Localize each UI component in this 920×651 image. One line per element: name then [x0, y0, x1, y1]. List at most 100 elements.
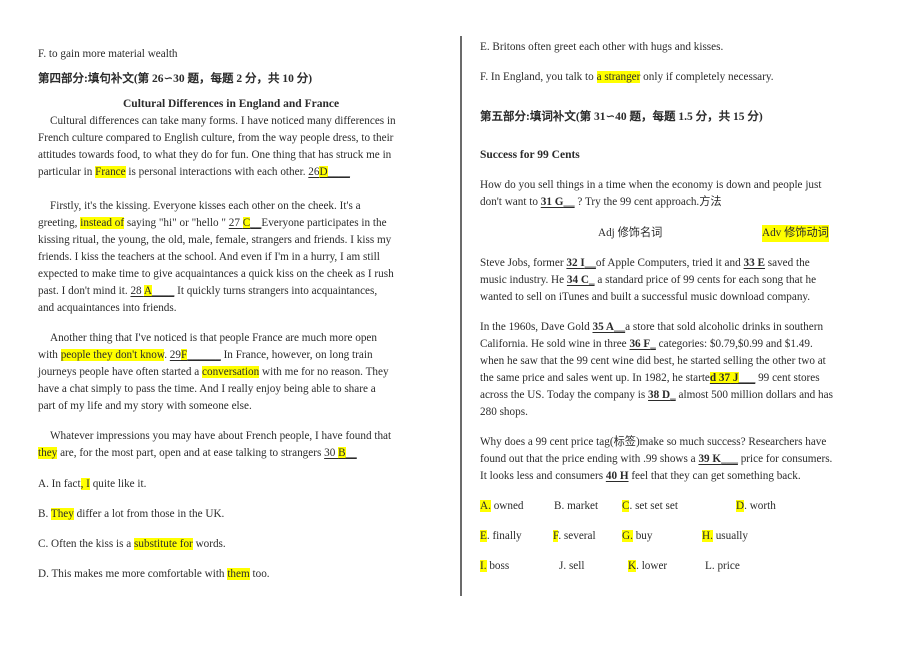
highlight: conversation — [202, 366, 260, 378]
text-span: greeting, — [38, 217, 81, 229]
note-adv: Adv 修饰动词 — [762, 225, 829, 242]
blank-32: 32 I__ — [566, 257, 596, 269]
text-span: __ — [250, 217, 262, 229]
text-span: __ — [584, 257, 596, 269]
word-option-h: H. usually — [702, 530, 748, 542]
text-span: Everyone participates in the — [261, 217, 387, 229]
highlight: G. — [622, 530, 633, 542]
text-span: kissing ritual, the young, the old, male… — [38, 234, 392, 246]
text-span: 280 shops. — [480, 406, 528, 418]
text-span: 39 K — [698, 453, 722, 465]
text-span: music industry. He — [480, 274, 567, 286]
blank-31: 31 G__ — [541, 196, 575, 208]
text-span: 34 C — [566, 274, 589, 286]
highlight: D — [736, 500, 745, 512]
blank-35: 35 A__ — [592, 321, 625, 333]
blank-28: 28 A____ — [130, 285, 174, 297]
word-option-b: B. market — [554, 500, 598, 512]
highlight: them — [227, 568, 250, 580]
text-span: 31 G — [540, 196, 564, 208]
blank-36: 36 F_ — [629, 338, 655, 350]
text-span: Another thing that I've noticed is that … — [50, 332, 377, 344]
text-span: Cultural differences can take many forms… — [50, 115, 396, 127]
highlight: people they don't know — [60, 349, 165, 361]
text-span: found out that the price ending with .99… — [480, 451, 832, 468]
highlight: , I — [80, 478, 90, 490]
text-span: past. I don't mind it. 28 A____ It quick… — [38, 283, 377, 300]
text-span: French culture compared to English cultu… — [38, 132, 394, 144]
highlight: D — [319, 166, 328, 178]
text-span: music industry. He 34 C_ a standard pric… — [480, 272, 816, 289]
text-span: the same price and sales went up. In 198… — [480, 372, 710, 384]
option-d: D. This makes me more comfortable with t… — [38, 566, 270, 583]
text-span: across the US. Today the company is 38 D… — [480, 387, 833, 404]
text-span: It quickly turns strangers into acquaint… — [174, 285, 378, 297]
text-span: It looks less and consumers — [480, 470, 606, 482]
text-span: Firstly, it's the kissing. Everyone kiss… — [50, 200, 361, 212]
text-span: . set set set — [629, 500, 678, 512]
text-span: wanted to sell on iTunes and built a suc… — [480, 291, 811, 303]
text-span: How do you sell things in a time when th… — [480, 179, 822, 191]
word-option-k: K. lower — [628, 560, 667, 572]
text-span: Steve Jobs, former 32 I__of Apple Comput… — [480, 255, 810, 272]
text-span: . several — [558, 530, 596, 542]
option-b: B. They differ a lot from those in the U… — [38, 506, 224, 523]
text-span: 29 — [169, 349, 181, 361]
highlight: H. — [702, 530, 713, 542]
text-span: too. — [249, 568, 270, 580]
text-span: ______ — [187, 349, 221, 361]
blank-27: 27 C__ — [229, 217, 262, 229]
text-span: quite like it. — [89, 478, 147, 490]
text-span: ? Try the 99 cent approach.方法 — [574, 196, 722, 208]
text-span: Whatever impressions you may have about … — [50, 430, 392, 442]
text-span: attitudes towards food, to what they do … — [38, 149, 392, 161]
word-option-e: E. finally — [480, 530, 522, 542]
text-span: is personal interactions with each other… — [125, 166, 309, 178]
text-span: categories: $0.79,$0.99 and $1.49. — [655, 338, 813, 350]
highlight: A. — [480, 500, 491, 512]
text-span: It looks less and consumers 40 H feel th… — [480, 468, 801, 485]
text-span: C. Often the kiss is a — [38, 538, 135, 550]
text-span: 30 — [324, 447, 339, 459]
text-span: B. — [38, 508, 51, 520]
highlight: they — [38, 447, 58, 459]
text-span: saved the — [764, 257, 810, 269]
text-span: particular in — [38, 166, 96, 178]
text-span: saying "hi" or "hello " — [124, 217, 229, 229]
option-e: E. Britons often greet each other with h… — [480, 41, 724, 53]
note-adj: Adj 修饰名词 — [598, 227, 663, 239]
text-span: In the 1960s, Dave Gold 35 A__a store th… — [480, 319, 823, 336]
text-span: they are, for the most part, open and at… — [38, 445, 357, 462]
blank-38: 38 D_ — [648, 389, 676, 401]
text-span: with — [38, 349, 61, 361]
text-span: ____ — [151, 285, 175, 297]
text-span: across the US. Today the company is — [480, 389, 649, 401]
text-span: when he saw that the 99 cent wine did be… — [480, 355, 826, 367]
text-span: don't want to 31 G__ ? Try the 99 cent a… — [480, 194, 722, 211]
text-span: only if completely necessary. — [640, 71, 774, 83]
text-span: J — [730, 372, 739, 384]
text-span: 38 D — [648, 389, 671, 401]
highlight: instead of — [80, 217, 125, 229]
text-span: 32 I — [566, 257, 585, 269]
word-option-i: I. boss — [480, 560, 509, 572]
passage-title: Success for 99 Cents — [480, 149, 580, 161]
text-span: d 37 — [709, 372, 731, 384]
highlight: They — [50, 508, 74, 520]
text-span: California. He sold wine in three — [480, 338, 630, 350]
text-span: part of my life and my story with someon… — [38, 400, 252, 412]
text-span: ___ — [721, 453, 738, 465]
word-option-d: D. worth — [736, 500, 776, 512]
highlight: substitute for — [134, 538, 193, 550]
prev-option-f: F. to gain more material wealth — [38, 48, 178, 60]
text-span: the same price and sales went up. In 198… — [480, 370, 820, 387]
text-span: particular in France is personal interac… — [38, 164, 350, 181]
text-span: of Apple Computers, tried it and — [595, 257, 744, 269]
text-span: D. This makes me more comfortable with — [38, 568, 228, 580]
text-span: found out that the price ending with .99… — [480, 453, 699, 465]
text-span: Steve Jobs, former — [480, 257, 567, 269]
text-span: . lower — [636, 560, 668, 572]
text-span: 36 F — [629, 338, 651, 350]
text-span: words. — [192, 538, 226, 550]
highlight: a stranger — [596, 71, 641, 83]
